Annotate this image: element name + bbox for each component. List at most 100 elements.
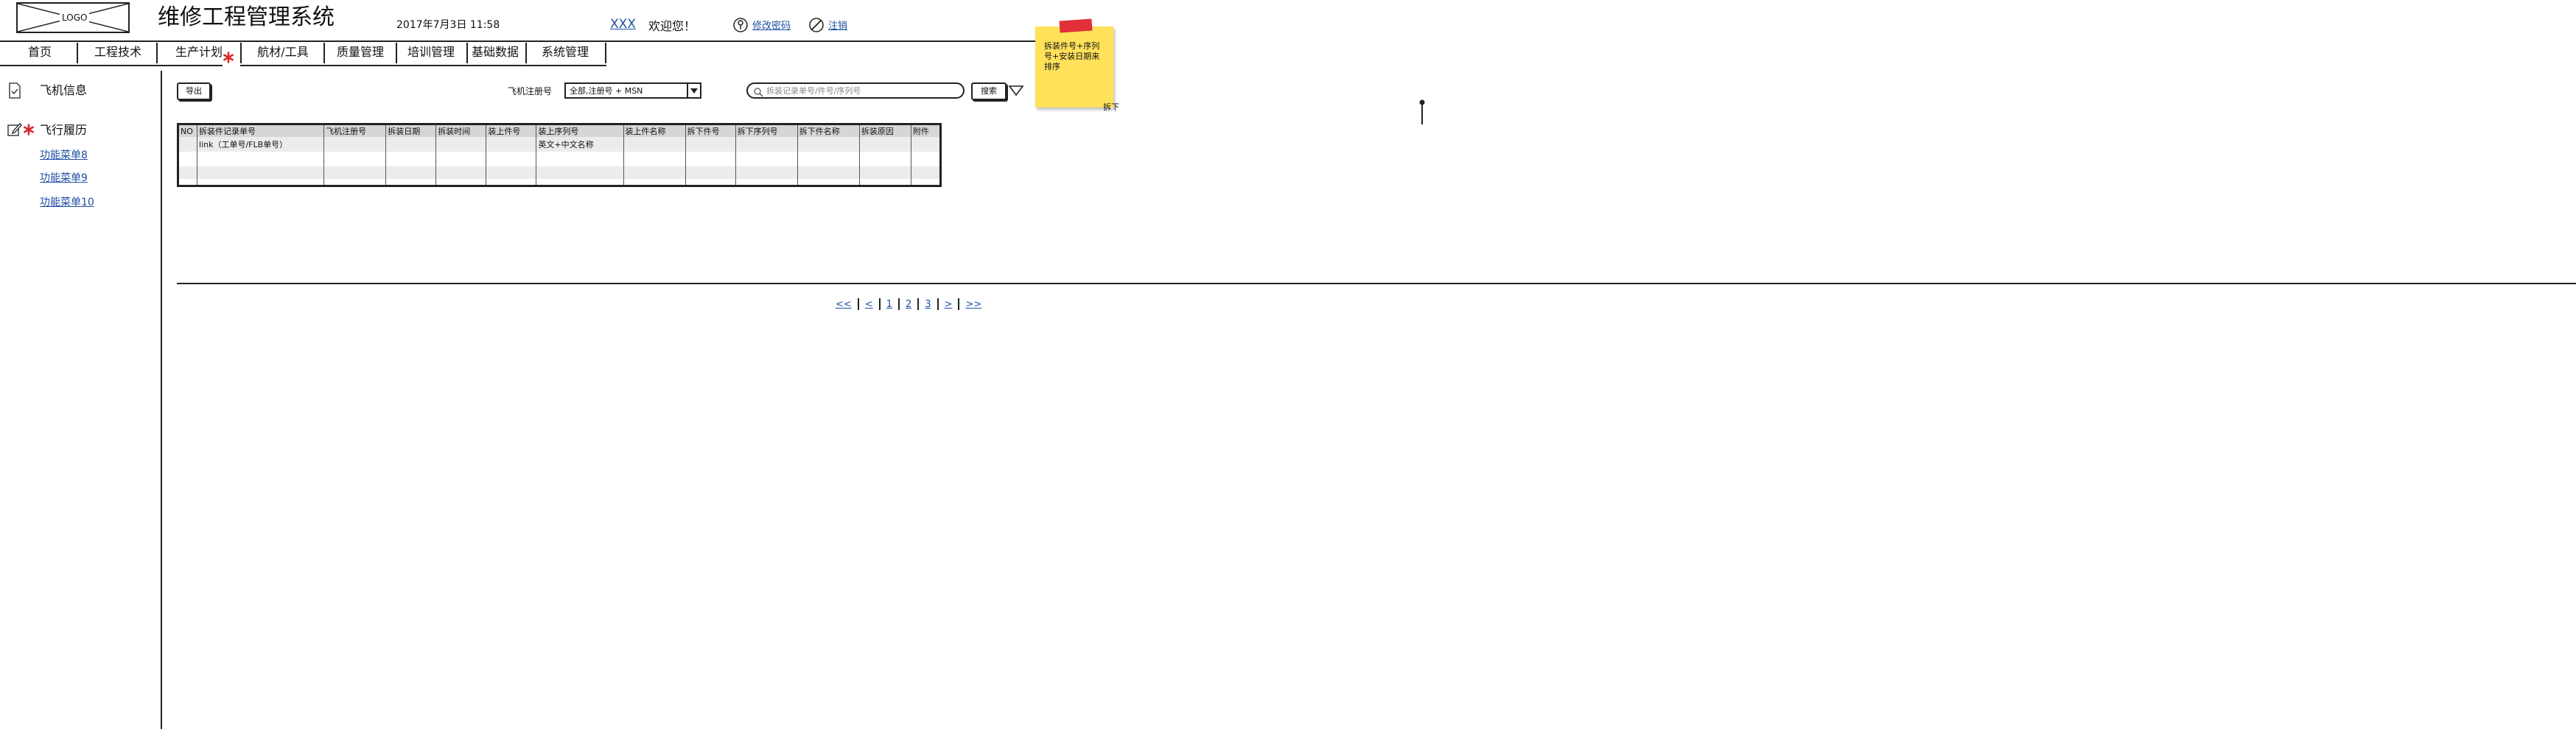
search-button[interactable]: 搜索 [971, 82, 1007, 100]
pagination: << < 1 2 3 > >> [836, 297, 981, 311]
page-separator [897, 298, 900, 310]
sidebar-item-menu-10[interactable]: 功能菜单10 [40, 197, 94, 208]
column-header: 装上件名称 [623, 124, 686, 137]
table-cell [177, 166, 197, 179]
table-cell [323, 152, 386, 166]
cursor-icon [1418, 99, 1426, 125]
table-row [177, 179, 941, 186]
table-cell [910, 179, 941, 186]
table-cell [435, 152, 486, 166]
table-cell [858, 179, 911, 186]
aircraft-reg-filter-label: 飞机注册号 [508, 86, 553, 96]
table-cell [685, 137, 736, 152]
page-separator [857, 298, 859, 310]
search-placeholder: 拆装记录单号/件号/序列号 [766, 86, 861, 96]
required-asterisk-icon [223, 52, 234, 63]
required-asterisk-icon [23, 124, 35, 135]
table-cell [385, 152, 436, 166]
nav-item-base-data[interactable]: 基础数据 [468, 43, 522, 62]
nav-item-home[interactable]: 首页 [0, 43, 80, 62]
record-link-cell[interactable]: link（工单号/FLB单号） [197, 137, 324, 152]
column-header: 装上序列号 [536, 124, 624, 137]
sidebar-section-aircraft-info[interactable]: 飞机信息 [40, 84, 87, 97]
aircraft-reg-select-value: 全部,注册号 + MSN [570, 86, 643, 96]
page-last-link[interactable]: >> [965, 299, 981, 310]
page-separator [917, 298, 920, 310]
logo: LOGO [16, 2, 130, 33]
search-input[interactable]: 拆装记录单号/件号/序列号 [746, 82, 965, 99]
page-separator [878, 298, 881, 310]
records-table: NO 拆装件记录单号 飞机注册号 拆装日期 拆装时间 装上件号 装上序列号 装上… [177, 123, 942, 187]
sidebar-item-menu-8[interactable]: 功能菜单8 [40, 149, 88, 161]
page-prev-link[interactable]: < [865, 299, 873, 310]
table-cell [685, 179, 736, 186]
table-cell [197, 179, 324, 186]
table-cell [735, 166, 798, 179]
nav-item-engineering[interactable]: 工程技术 [78, 43, 158, 62]
column-header: 装上件号 [486, 124, 536, 137]
table-cell [797, 137, 860, 152]
table-cell [323, 179, 386, 186]
column-header: 附件 [910, 124, 941, 137]
column-header: 拆装日期 [385, 124, 436, 137]
nav-underline [0, 65, 223, 66]
table-cell [486, 166, 536, 179]
page-1-link[interactable]: 1 [886, 299, 892, 310]
table-cell [910, 152, 941, 166]
page-next-link[interactable]: > [945, 299, 953, 310]
table-cell [197, 166, 324, 179]
table-cell [797, 152, 860, 166]
nav-item-materials-tools[interactable]: 航材/工具 [242, 43, 324, 62]
logout-link[interactable]: 注销 [828, 21, 847, 32]
content-divider [177, 283, 2576, 284]
page-separator [937, 298, 939, 310]
table-header-row: NO 拆装件记录单号 飞机注册号 拆装日期 拆装时间 装上件号 装上序列号 装上… [177, 124, 941, 137]
table-cell [435, 137, 486, 152]
column-header: 拆下序列号 [735, 124, 798, 137]
table-cell [623, 179, 686, 186]
sidebar-item-menu-9[interactable]: 功能菜单9 [40, 172, 88, 184]
table-cell [685, 152, 736, 166]
search-icon [753, 86, 763, 97]
column-header: NO [177, 124, 197, 137]
column-header: 飞机注册号 [323, 124, 386, 137]
table-cell [910, 166, 941, 179]
page-3-link[interactable]: 3 [925, 299, 931, 310]
table-cell [797, 179, 860, 186]
nav-item-system[interactable]: 系统管理 [527, 43, 603, 62]
table-cell [197, 152, 324, 166]
table-cell [858, 137, 911, 152]
table-cell [177, 152, 197, 166]
user-key-icon [733, 17, 748, 33]
table-cell [536, 179, 624, 186]
app-title: 维修工程管理系统 [158, 4, 335, 30]
column-header: 拆下件号 [685, 124, 736, 137]
table-cell [623, 137, 686, 152]
table-row[interactable]: link（工单号/FLB单号） 英文+中文名称 [177, 137, 941, 152]
table-cell [797, 166, 860, 179]
export-button[interactable]: 导出 [177, 82, 211, 100]
username-link[interactable]: XXX [610, 17, 636, 32]
page-2-link[interactable]: 2 [906, 299, 911, 310]
table-row[interactable] [177, 166, 941, 179]
table-cell: 英文+中文名称 [536, 137, 624, 152]
logo-text: LOGO [60, 13, 90, 23]
table-cell [910, 137, 941, 152]
table-row[interactable] [177, 152, 941, 166]
page-first-link[interactable]: << [836, 299, 852, 310]
logout-icon [808, 17, 825, 33]
aircraft-reg-select[interactable]: 全部,注册号 + MSN [564, 82, 701, 99]
sidebar-section-flight-history[interactable]: 飞行履历 [40, 124, 87, 137]
table-cell [735, 137, 798, 152]
nav-item-quality[interactable]: 质量管理 [325, 43, 396, 62]
table-cell [536, 166, 624, 179]
column-header: 拆装时间 [435, 124, 486, 137]
table-cell [177, 137, 197, 152]
welcome-text: 欢迎您！ [648, 19, 696, 33]
edit-icon [7, 122, 22, 137]
table-cell [735, 152, 798, 166]
table-cell [385, 166, 436, 179]
advanced-filter-icon[interactable] [1008, 84, 1024, 97]
nav-item-training[interactable]: 培训管理 [397, 43, 465, 62]
change-password-link[interactable]: 修改密码 [752, 21, 791, 32]
